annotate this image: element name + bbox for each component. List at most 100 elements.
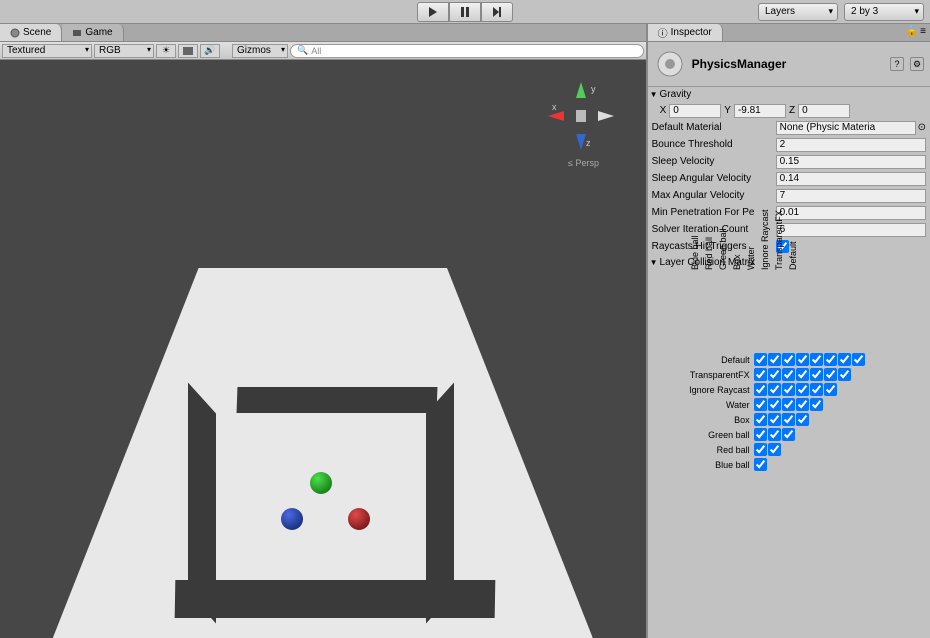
box-wall-left xyxy=(188,382,216,623)
matrix-checkbox[interactable] xyxy=(824,368,837,381)
bounce-threshold-input[interactable] xyxy=(776,138,926,152)
default-material-label: Default Material xyxy=(652,122,776,133)
rendermode-dropdown[interactable]: RGB xyxy=(94,44,154,58)
matrix-checkbox[interactable] xyxy=(782,368,795,381)
gravity-x-label: X xyxy=(660,105,667,116)
image-toggle[interactable] xyxy=(178,44,198,58)
max-angular-velocity-label: Max Angular Velocity xyxy=(652,190,776,201)
matrix-checkbox[interactable] xyxy=(754,443,767,456)
component-title: PhysicsManager xyxy=(692,57,884,71)
audio-toggle[interactable]: 🔊 xyxy=(200,44,220,58)
gizmos-dropdown[interactable]: Gizmos xyxy=(232,44,288,58)
matrix-checkbox[interactable] xyxy=(782,428,795,441)
matrix-checkbox[interactable] xyxy=(810,383,823,396)
viewport-tabs: Scene Game xyxy=(0,24,646,42)
green-ball xyxy=(310,472,332,494)
matrix-checkbox[interactable] xyxy=(754,428,767,441)
component-menu-icon[interactable]: ⚙ xyxy=(910,57,924,71)
scene-toolbar: Textured RGB ☀ 🔊 Gizmos 🔍All xyxy=(0,42,646,60)
svg-text:x: x xyxy=(552,102,557,112)
layers-dropdown[interactable]: Layers xyxy=(758,3,838,21)
matrix-checkbox[interactable] xyxy=(796,368,809,381)
matrix-row-label: Blue ball xyxy=(648,460,754,470)
matrix-checkbox[interactable] xyxy=(754,383,767,396)
matrix-checkbox[interactable] xyxy=(852,353,865,366)
matrix-col-label: Blue ball xyxy=(690,256,770,270)
matrix-checkbox[interactable] xyxy=(754,353,767,366)
matrix-checkbox[interactable] xyxy=(838,368,851,381)
matrix-checkbox[interactable] xyxy=(838,353,851,366)
tab-label: Scene xyxy=(23,27,51,38)
settings-gear-icon xyxy=(654,48,686,80)
matrix-checkbox[interactable] xyxy=(824,353,837,366)
scene-icon xyxy=(10,28,20,38)
matrix-checkbox[interactable] xyxy=(810,368,823,381)
matrix-checkbox[interactable] xyxy=(796,353,809,366)
step-button[interactable] xyxy=(481,2,513,22)
default-material-input[interactable] xyxy=(776,121,916,135)
gravity-z-label: Z xyxy=(789,105,795,116)
light-toggle[interactable]: ☀ xyxy=(156,44,176,58)
tab-game[interactable]: Game xyxy=(62,24,123,41)
matrix-checkbox[interactable] xyxy=(768,398,781,411)
panel-menu-icon[interactable]: ≡ xyxy=(920,26,926,37)
tab-label: Game xyxy=(85,27,112,38)
matrix-checkbox[interactable] xyxy=(796,383,809,396)
gravity-y-input[interactable] xyxy=(734,104,786,118)
matrix-checkbox[interactable] xyxy=(796,398,809,411)
matrix-checkbox[interactable] xyxy=(768,443,781,456)
gravity-y-label: Y xyxy=(724,105,731,116)
pause-button[interactable] xyxy=(449,2,481,22)
matrix-checkbox[interactable] xyxy=(796,413,809,426)
inspector-header: PhysicsManager ? ⚙ xyxy=(648,42,930,87)
matrix-checkbox[interactable] xyxy=(768,353,781,366)
lock-icon[interactable]: 🔒 xyxy=(906,26,918,37)
blue-ball xyxy=(281,508,303,530)
matrix-checkbox[interactable] xyxy=(768,368,781,381)
play-button[interactable] xyxy=(417,2,449,22)
layer-collision-matrix: DefaultTransparentFXIgnore RaycastWaterB… xyxy=(648,270,930,500)
matrix-checkbox[interactable] xyxy=(782,398,795,411)
matrix-checkbox[interactable] xyxy=(754,458,767,471)
sleep-angular-velocity-input[interactable] xyxy=(776,172,926,186)
matrix-checkbox[interactable] xyxy=(782,353,795,366)
matrix-checkbox[interactable] xyxy=(810,398,823,411)
matrix-checkbox[interactable] xyxy=(754,413,767,426)
matrix-checkbox[interactable] xyxy=(782,383,795,396)
sleep-velocity-input[interactable] xyxy=(776,155,926,169)
solver-iteration-label: Solver Iteration Count xyxy=(652,224,776,235)
gravity-x-input[interactable] xyxy=(669,104,721,118)
matrix-checkbox[interactable] xyxy=(810,353,823,366)
matrix-row-label: Default xyxy=(648,355,754,365)
tab-inspector[interactable]: ⓘ Inspector xyxy=(648,24,723,41)
svg-text:y: y xyxy=(591,84,596,94)
matrix-row-label: Ignore Raycast xyxy=(648,385,754,395)
layout-dropdown[interactable]: 2 by 3 xyxy=(844,3,924,21)
gravity-z-input[interactable] xyxy=(798,104,850,118)
matrix-checkbox[interactable] xyxy=(768,428,781,441)
min-penetration-input[interactable] xyxy=(776,206,926,220)
matrix-checkbox[interactable] xyxy=(754,368,767,381)
solver-iteration-input[interactable] xyxy=(776,223,926,237)
matrix-checkbox[interactable] xyxy=(768,413,781,426)
matrix-row: Ignore Raycast xyxy=(648,382,866,397)
max-angular-velocity-input[interactable] xyxy=(776,189,926,203)
scene-view[interactable]: y x z ≤ Persp xyxy=(0,60,646,638)
matrix-checkbox[interactable] xyxy=(768,383,781,396)
scene-search[interactable]: 🔍All xyxy=(290,44,644,58)
matrix-checkbox[interactable] xyxy=(782,413,795,426)
matrix-checkbox[interactable] xyxy=(754,398,767,411)
matrix-row: Green ball xyxy=(648,427,866,442)
svg-text:z: z xyxy=(586,138,591,148)
inspector-panel: ⓘ Inspector 🔒 ≡ PhysicsManager ? ⚙ ▼Grav… xyxy=(648,24,930,638)
min-penetration-label: Min Penetration For Pe xyxy=(652,207,776,218)
playback-controls xyxy=(417,2,513,22)
matrix-checkbox[interactable] xyxy=(824,383,837,396)
object-picker-icon[interactable]: ⊙ xyxy=(918,122,926,133)
help-icon[interactable]: ? xyxy=(890,57,904,71)
orientation-gizmo[interactable]: y x z ≤ Persp xyxy=(546,80,616,160)
matrix-row-label: Red ball xyxy=(648,445,754,455)
shading-dropdown[interactable]: Textured xyxy=(2,44,92,58)
gravity-label: ▼Gravity xyxy=(648,87,930,102)
tab-scene[interactable]: Scene xyxy=(0,24,62,41)
